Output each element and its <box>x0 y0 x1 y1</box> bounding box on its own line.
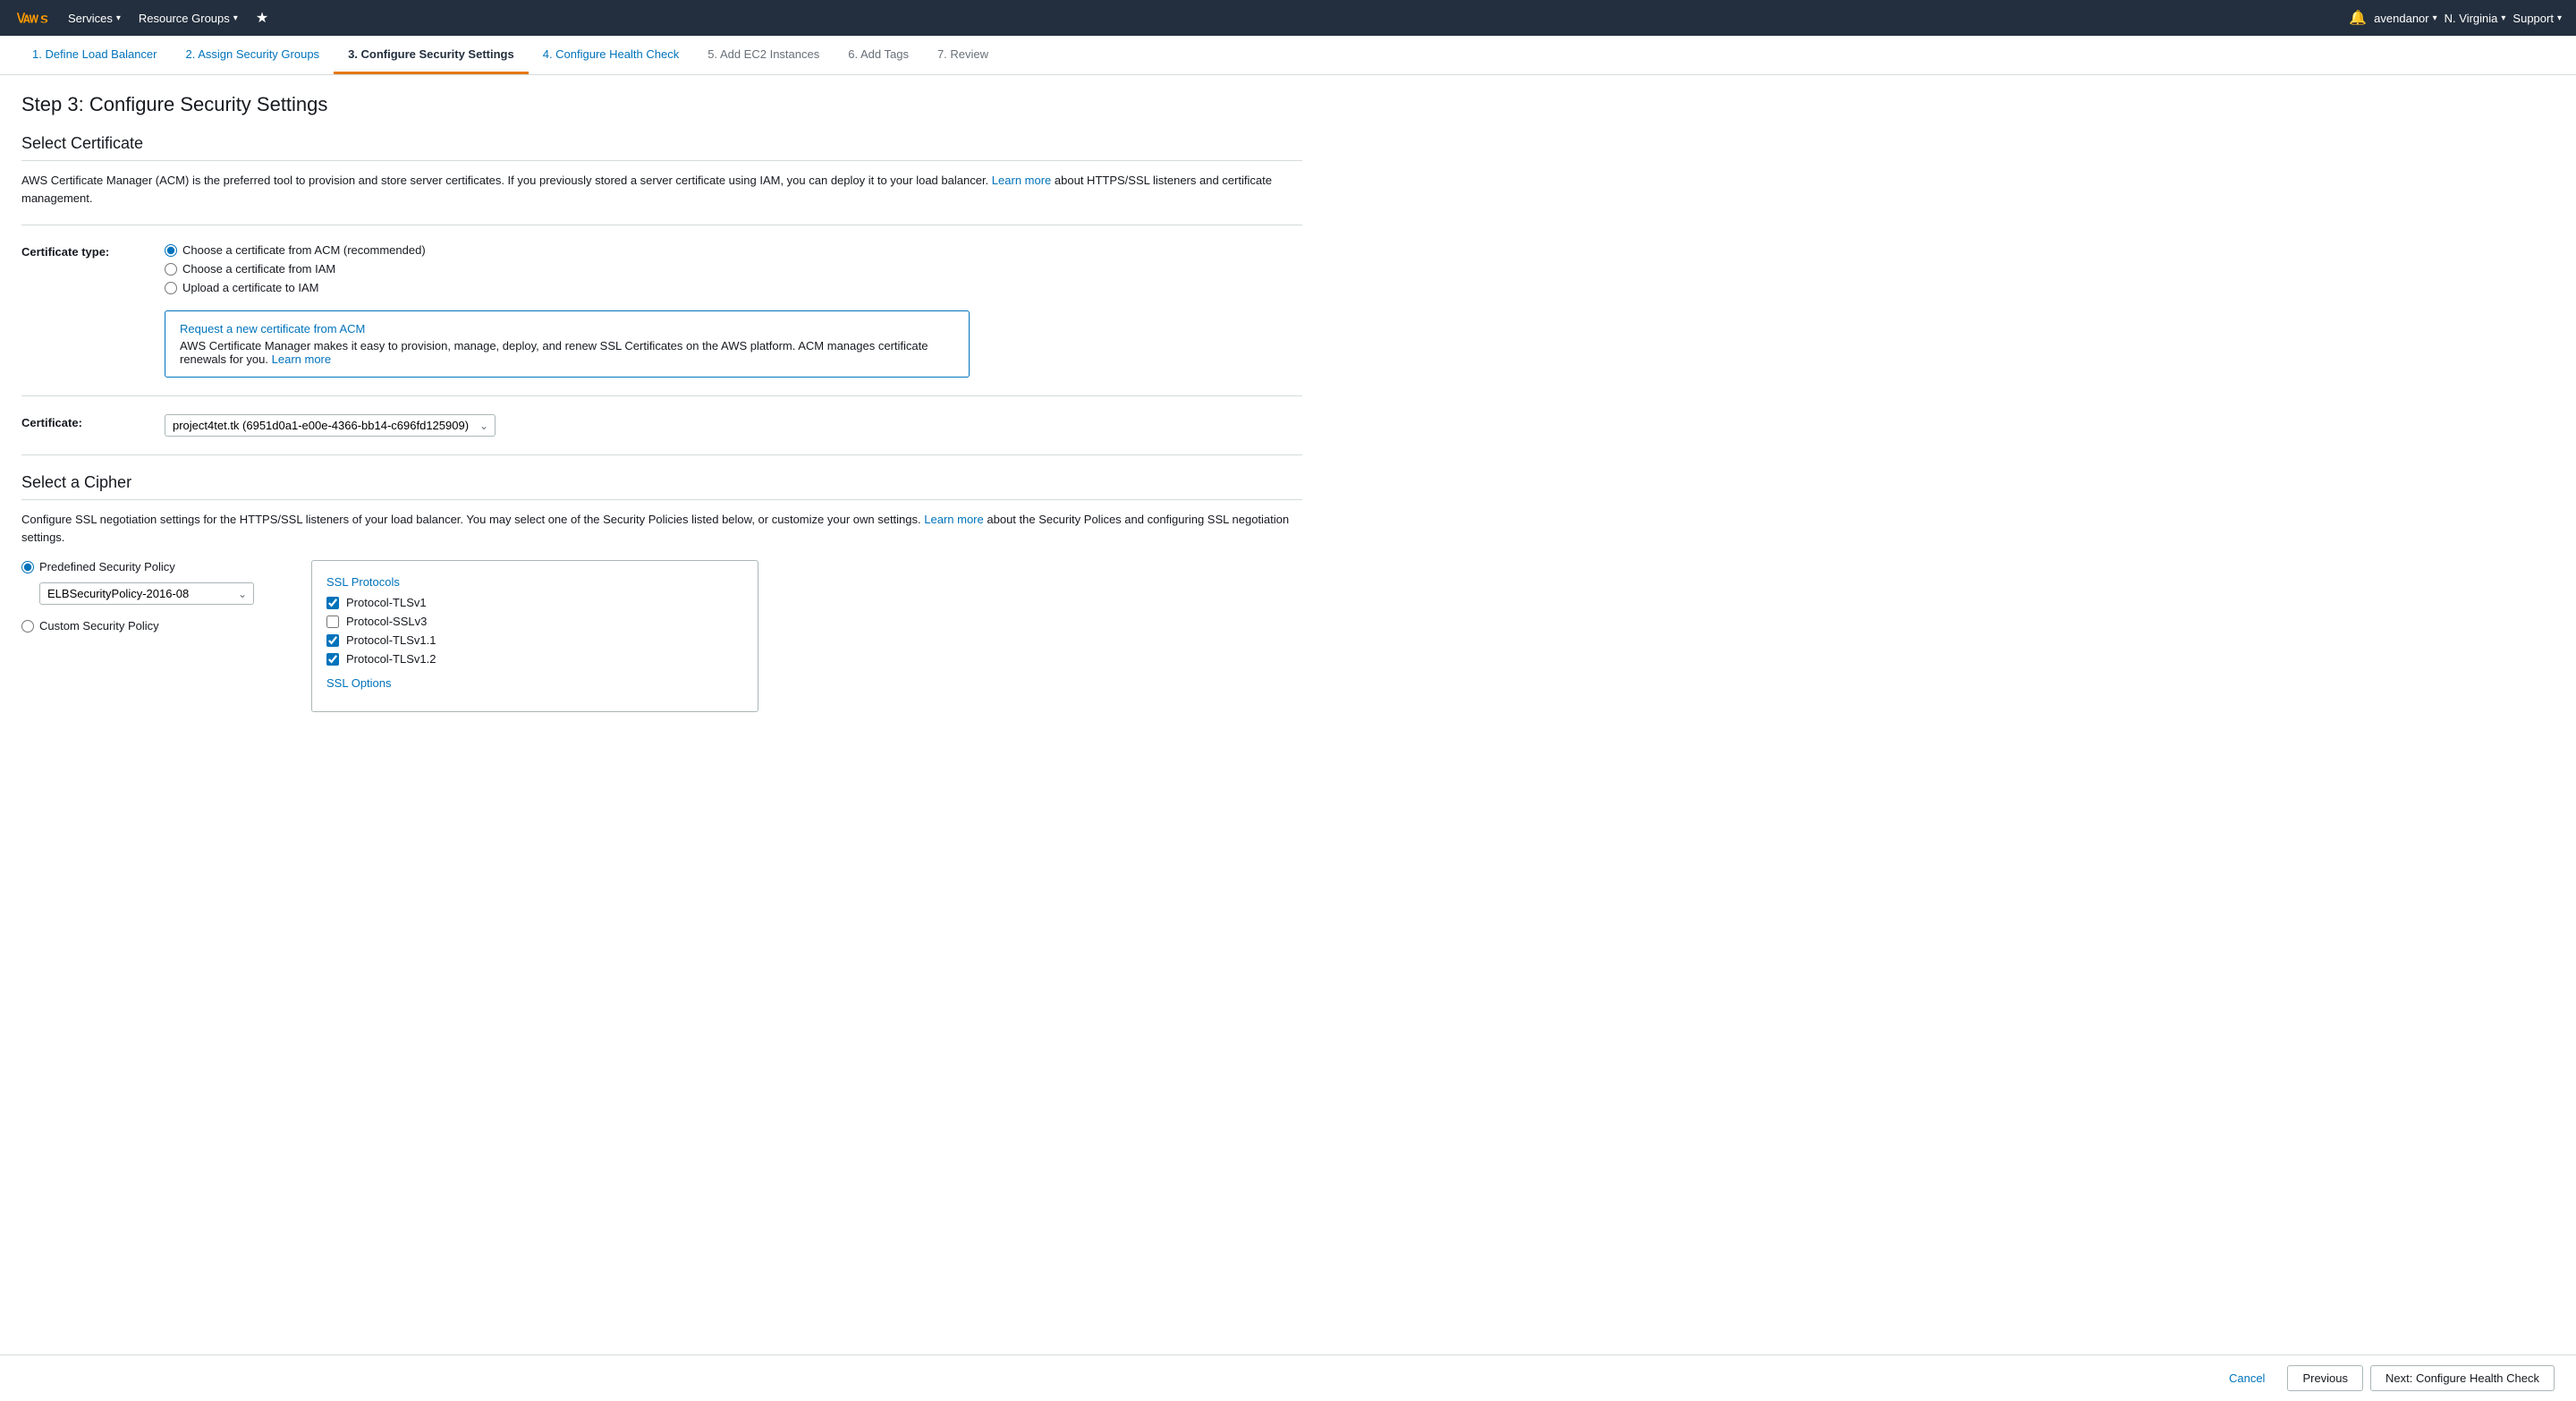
cipher-left-panel: Predefined Security Policy ELBSecurityPo… <box>21 560 290 712</box>
ssl-policy-box: SSL Protocols Protocol-TLSv1 Protocol-SS… <box>311 560 758 712</box>
policy-select-container: ELBSecurityPolicy-2016-08 <box>39 582 254 605</box>
services-label: Services <box>68 12 113 25</box>
cert-select-wrapper: project4tet.tk (6951d0a1-e00e-4366-bb14-… <box>165 414 1302 437</box>
cipher-learn-more-link[interactable]: Learn more <box>924 513 983 526</box>
tab-step6: 6. Add Tags <box>834 36 923 74</box>
previous-button[interactable]: Previous <box>2287 1365 2363 1391</box>
cert-type-label: Certificate type: <box>21 243 165 259</box>
region-chevron-icon: ▾ <box>2501 13 2505 23</box>
notifications-icon[interactable]: 🔔 <box>2349 9 2367 27</box>
wizard-tabs: 1. Define Load Balancer 2. Assign Securi… <box>0 36 2576 75</box>
page-title: Step 3: Configure Security Settings <box>21 93 1302 116</box>
cert-iam-option[interactable]: Choose a certificate from IAM <box>165 262 1302 276</box>
cert-acm-option[interactable]: Choose a certificate from ACM (recommend… <box>165 243 1302 257</box>
cert-upload-option[interactable]: Upload a certificate to IAM <box>165 281 1302 294</box>
protocol-tlsv1-checkbox[interactable] <box>326 597 339 609</box>
region-menu[interactable]: N. Virginia ▾ <box>2445 12 2506 25</box>
certificate-description: AWS Certificate Manager (ACM) is the pre… <box>21 172 1302 207</box>
protocol-tlsv12-checkbox[interactable] <box>326 653 339 666</box>
ssl-protocols-title: SSL Protocols <box>326 575 743 589</box>
nav-right: 🔔 avendanor ▾ N. Virginia ▾ Support ▾ <box>2349 9 2562 27</box>
support-chevron-icon: ▾ <box>2557 13 2562 23</box>
services-menu[interactable]: Services ▾ <box>61 8 128 29</box>
cert-iam-radio[interactable] <box>165 263 177 276</box>
region-label: N. Virginia <box>2445 12 2498 25</box>
cert-upload-radio[interactable] <box>165 282 177 294</box>
tab-step4[interactable]: 4. Configure Health Check <box>529 36 693 74</box>
cipher-description: Configure SSL negotiation settings for t… <box>21 511 1302 546</box>
acm-info-box-text: AWS Certificate Manager makes it easy to… <box>180 339 954 366</box>
cipher-right-panel: SSL Protocols Protocol-TLSv1 Protocol-SS… <box>311 560 758 712</box>
ssl-options-title: SSL Options <box>326 676 743 690</box>
tab-step1[interactable]: 1. Define Load Balancer <box>18 36 171 74</box>
resource-groups-chevron-icon: ▾ <box>233 13 238 23</box>
bookmarks-icon[interactable]: ★ <box>249 5 275 30</box>
cert-options-divider <box>21 395 1302 396</box>
cipher-section-title: Select a Cipher <box>21 473 1302 500</box>
cipher-layout: Predefined Security Policy ELBSecurityPo… <box>21 560 1302 712</box>
cipher-top-divider <box>21 454 1302 455</box>
footer-bar: Cancel Previous Next: Configure Health C… <box>0 1354 2576 1401</box>
protocol-sslv3-checkbox[interactable] <box>326 616 339 628</box>
protocol-tlsv11-checkbox[interactable] <box>326 634 339 647</box>
support-menu[interactable]: Support ▾ <box>2512 12 2562 25</box>
acm-learn-more-link[interactable]: Learn more <box>272 352 331 366</box>
custom-policy-radio[interactable] <box>21 620 34 633</box>
resource-groups-menu[interactable]: Resource Groups ▾ <box>131 8 245 29</box>
cert-acm-radio[interactable] <box>165 244 177 257</box>
predefined-policy-radio[interactable] <box>21 561 34 573</box>
cert-label: Certificate: <box>21 414 165 429</box>
acm-info-box: Request a new certificate from ACM AWS C… <box>165 310 970 378</box>
tab-step3[interactable]: 3. Configure Security Settings <box>334 36 529 74</box>
protocol-sslv3: Protocol-SSLv3 <box>326 615 743 628</box>
certificate-type-row: Certificate type: Choose a certificate f… <box>21 243 1302 300</box>
tab-step5: 5. Add EC2 Instances <box>693 36 834 74</box>
resource-groups-label: Resource Groups <box>139 12 230 25</box>
protocol-tlsv1: Protocol-TLSv1 <box>326 596 743 609</box>
custom-policy-option[interactable]: Custom Security Policy <box>21 619 290 633</box>
user-chevron-icon: ▾ <box>2433 13 2437 23</box>
certificate-section-title: Select Certificate <box>21 134 1302 161</box>
tab-step2[interactable]: 2. Assign Security Groups <box>171 36 334 74</box>
services-chevron-icon: ▾ <box>116 13 121 23</box>
policy-select[interactable]: ELBSecurityPolicy-2016-08 <box>39 582 254 605</box>
cancel-button[interactable]: Cancel <box>2214 1365 2280 1391</box>
predefined-policy-select-wrapper: ELBSecurityPolicy-2016-08 <box>39 582 290 605</box>
tab-step7: 7. Review <box>923 36 1003 74</box>
top-navigation: Services ▾ Resource Groups ▾ ★ 🔔 avendan… <box>0 0 2576 36</box>
cert-type-options: Choose a certificate from ACM (recommend… <box>165 243 1302 300</box>
cert-select[interactable]: project4tet.tk (6951d0a1-e00e-4366-bb14-… <box>165 414 496 437</box>
main-content: Step 3: Configure Security Settings Sele… <box>0 75 1324 784</box>
support-label: Support <box>2512 12 2554 25</box>
certificate-row: Certificate: project4tet.tk (6951d0a1-e0… <box>21 414 1302 437</box>
predefined-policy-option[interactable]: Predefined Security Policy <box>21 560 290 573</box>
user-menu[interactable]: avendanor ▾ <box>2374 12 2436 25</box>
certificate-learn-more-link[interactable]: Learn more <box>992 174 1051 187</box>
next-button[interactable]: Next: Configure Health Check <box>2370 1365 2555 1391</box>
cert-select-container: project4tet.tk (6951d0a1-e00e-4366-bb14-… <box>165 414 496 437</box>
protocol-tlsv11: Protocol-TLSv1.1 <box>326 633 743 647</box>
aws-logo-icon <box>14 5 50 30</box>
username-label: avendanor <box>2374 12 2428 25</box>
acm-info-box-link[interactable]: Request a new certificate from ACM <box>180 322 954 335</box>
protocol-tlsv12: Protocol-TLSv1.2 <box>326 652 743 666</box>
